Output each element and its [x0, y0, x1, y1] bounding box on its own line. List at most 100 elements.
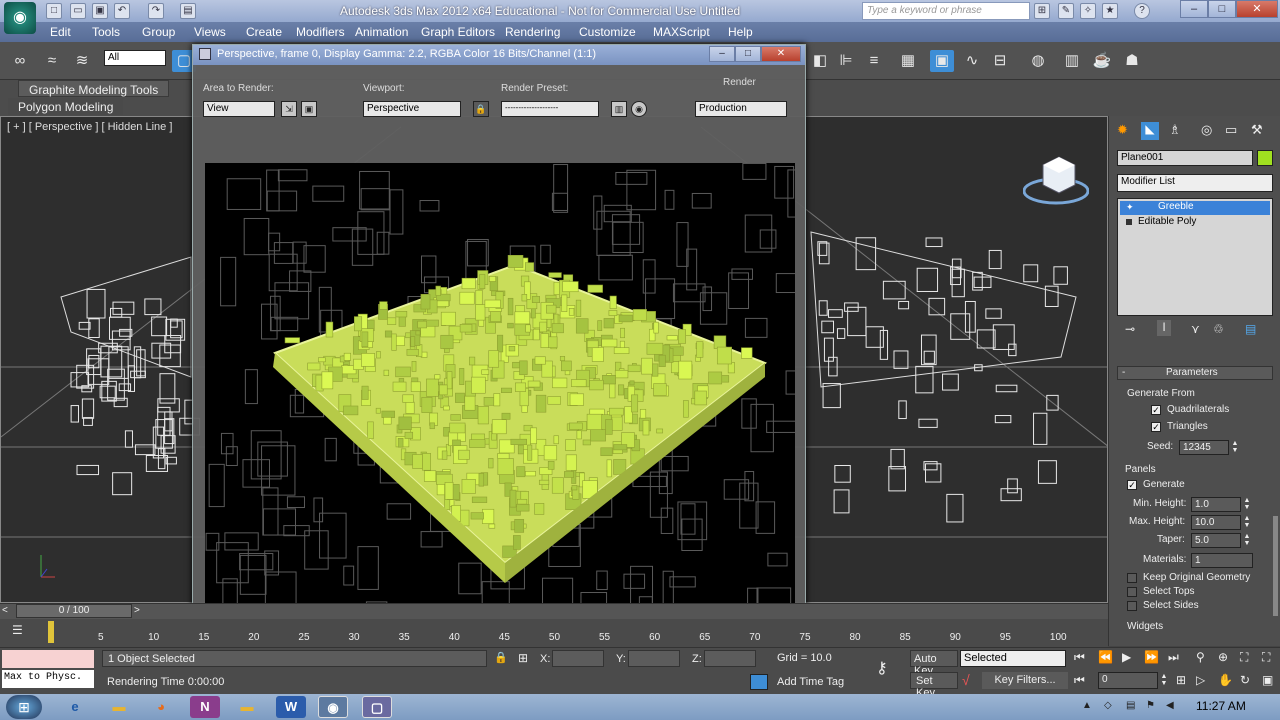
- modifier-list-dropdown[interactable]: Modifier List: [1117, 174, 1273, 192]
- key-mode-toggle-icon[interactable]: ⏮: [1074, 673, 1085, 688]
- minimize-button[interactable]: –: [1180, 0, 1208, 18]
- max-height-spinner[interactable]: ▲ ▼: [1243, 515, 1251, 529]
- lightbulb-icon[interactable]: ✦: [1126, 202, 1136, 212]
- file-explorer-icon[interactable]: ▬: [104, 696, 134, 718]
- render-mode-dropdown[interactable]: Production: [695, 101, 787, 117]
- close-button[interactable]: ✕: [1236, 0, 1278, 18]
- bind-spacewarp-icon[interactable]: ≋: [70, 50, 94, 72]
- word-icon[interactable]: W: [276, 696, 306, 718]
- modify-tab-icon[interactable]: ◣: [1141, 122, 1159, 140]
- y-coordinate-field[interactable]: [628, 650, 680, 667]
- start-button-icon[interactable]: ⊞: [6, 695, 42, 719]
- stack-item-greeble[interactable]: Greeble: [1120, 201, 1270, 215]
- viewcube-icon[interactable]: [1022, 151, 1090, 205]
- menu-edit[interactable]: Edit: [50, 25, 71, 39]
- tray-app-icon[interactable]: ◇: [1104, 700, 1112, 711]
- volume-icon[interactable]: ◀: [1166, 700, 1174, 711]
- viewport-dropdown[interactable]: Perspective: [363, 101, 461, 117]
- render-window-taskbar-icon[interactable]: ▢: [362, 696, 392, 718]
- tab-graphite-modeling-tools[interactable]: Graphite Modeling Tools: [18, 80, 170, 97]
- time-tag-icon[interactable]: [750, 674, 768, 690]
- selection-filter-dropdown[interactable]: All: [104, 50, 166, 66]
- selection-lock-icon[interactable]: 🔒: [494, 651, 508, 664]
- hierarchy-tab-icon[interactable]: ♗: [1169, 122, 1185, 138]
- render-setup-button[interactable]: ▥: [611, 101, 627, 117]
- align-left-icon[interactable]: ≡: [862, 50, 886, 72]
- show-end-result-icon[interactable]: I: [1157, 320, 1171, 336]
- track-bar[interactable]: ☰ 5 10 15 20 25 30 35 40 45 50 55 60 65 70 75 80 85 90 95 1…: [0, 619, 1108, 647]
- triangles-checkbox[interactable]: ✓: [1151, 422, 1161, 432]
- pan-view-icon[interactable]: ✋: [1218, 673, 1233, 687]
- zoom-extents-all-icon[interactable]: ⛶: [1262, 650, 1270, 665]
- menu-modifiers[interactable]: Modifiers: [296, 25, 345, 39]
- zoom-extents-icon[interactable]: ⛶: [1240, 650, 1248, 665]
- materials-input[interactable]: 1: [1191, 553, 1253, 568]
- maximize-viewport-icon[interactable]: ▣: [1262, 673, 1273, 687]
- undo-icon[interactable]: ↶: [114, 3, 130, 19]
- menu-help[interactable]: Help: [728, 25, 753, 39]
- tab-polygon-modeling[interactable]: Polygon Modeling: [8, 98, 124, 115]
- rendered-frame-window-icon[interactable]: ☕: [1090, 50, 1114, 72]
- stack-item-editable-poly[interactable]: Editable Poly: [1120, 216, 1270, 230]
- quadrilaterals-checkbox[interactable]: ✓: [1151, 405, 1161, 415]
- max-height-input[interactable]: 10.0: [1191, 515, 1241, 530]
- link-icon[interactable]: ∞: [8, 50, 32, 72]
- flag-icon[interactable]: ⚑: [1146, 700, 1155, 711]
- material-editor-icon[interactable]: ◍: [1026, 50, 1050, 72]
- seed-spinner[interactable]: ▲ ▼: [1231, 440, 1239, 454]
- menu-graph-editors[interactable]: Graph Editors: [421, 25, 495, 39]
- rendered-frame-window[interactable]: Perspective, frame 0, Display Gamma: 2.2…: [192, 44, 806, 616]
- next-frame-icon[interactable]: ⏩: [1144, 650, 1159, 664]
- object-color-swatch[interactable]: [1257, 150, 1273, 166]
- menu-group[interactable]: Group: [142, 25, 175, 39]
- key-curve-icon[interactable]: √: [962, 672, 970, 688]
- motion-tab-icon[interactable]: ◎: [1201, 122, 1217, 138]
- maxscript-listener[interactable]: Max to Physc.: [2, 670, 94, 688]
- parameters-rollout[interactable]: - Parameters: [1117, 366, 1273, 380]
- lock-icon[interactable]: 🔒: [473, 101, 489, 117]
- keep-original-checkbox[interactable]: [1127, 573, 1137, 583]
- open-file-icon[interactable]: ▭: [70, 3, 86, 19]
- mirror-icon[interactable]: ◧: [808, 50, 832, 72]
- viewport-label[interactable]: [ + ] [ Perspective ] [ Hidden Line ]: [7, 121, 172, 133]
- add-time-tag[interactable]: Add Time Tag: [772, 674, 868, 691]
- environment-icon[interactable]: ◉: [631, 101, 647, 117]
- display-tab-icon[interactable]: ▭: [1225, 122, 1241, 138]
- time-slider[interactable]: < 0 / 100 >: [0, 603, 1108, 619]
- go-to-start-icon[interactable]: ⏮: [1074, 650, 1085, 665]
- internet-explorer-icon[interactable]: e: [60, 696, 90, 718]
- taper-spinner[interactable]: ▲ ▼: [1243, 533, 1251, 547]
- onenote-icon[interactable]: N: [190, 696, 220, 718]
- slider-prev-icon[interactable]: <: [2, 605, 8, 616]
- time-slider-thumb[interactable]: 0 / 100: [16, 604, 132, 618]
- schematic-view-icon[interactable]: ⊟: [988, 50, 1012, 72]
- new-file-icon[interactable]: □: [46, 3, 62, 19]
- maxscript-listener-top[interactable]: [2, 650, 94, 668]
- expand-icon[interactable]: [1126, 219, 1132, 225]
- maximize-button[interactable]: □: [1208, 0, 1236, 18]
- render-maximize-button[interactable]: □: [735, 46, 761, 62]
- curve-editor-icon[interactable]: ∿: [960, 50, 984, 72]
- go-to-end-icon[interactable]: ⏭: [1168, 650, 1179, 665]
- render-production-icon[interactable]: ☗: [1120, 50, 1144, 72]
- min-height-input[interactable]: 1.0: [1191, 497, 1241, 512]
- pin-stack-icon[interactable]: ⊸: [1125, 322, 1135, 336]
- min-height-spinner[interactable]: ▲ ▼: [1243, 497, 1251, 511]
- absolute-mode-icon[interactable]: ⊞: [518, 651, 528, 665]
- slider-next-icon[interactable]: >: [134, 605, 140, 616]
- remove-modifier-icon[interactable]: ♲: [1213, 322, 1224, 336]
- menu-views[interactable]: Views: [194, 25, 226, 39]
- mini-curve-editor-icon[interactable]: ☰: [12, 623, 23, 637]
- communication-icon[interactable]: ✧: [1080, 3, 1096, 19]
- object-name-field[interactable]: Plane001: [1117, 150, 1253, 166]
- x-coordinate-field[interactable]: [552, 650, 604, 667]
- area-to-render-dropdown[interactable]: View: [203, 101, 275, 117]
- menu-animation[interactable]: Animation: [355, 25, 408, 39]
- make-unique-icon[interactable]: ⋎: [1191, 322, 1200, 336]
- seed-input[interactable]: 12345: [1179, 440, 1229, 455]
- menu-tools[interactable]: Tools: [92, 25, 120, 39]
- favorites-star-icon[interactable]: ★: [1102, 3, 1118, 19]
- align-icon[interactable]: ⊫: [834, 50, 858, 72]
- menu-customize[interactable]: Customize: [579, 25, 636, 39]
- render-minimize-button[interactable]: –: [709, 46, 735, 62]
